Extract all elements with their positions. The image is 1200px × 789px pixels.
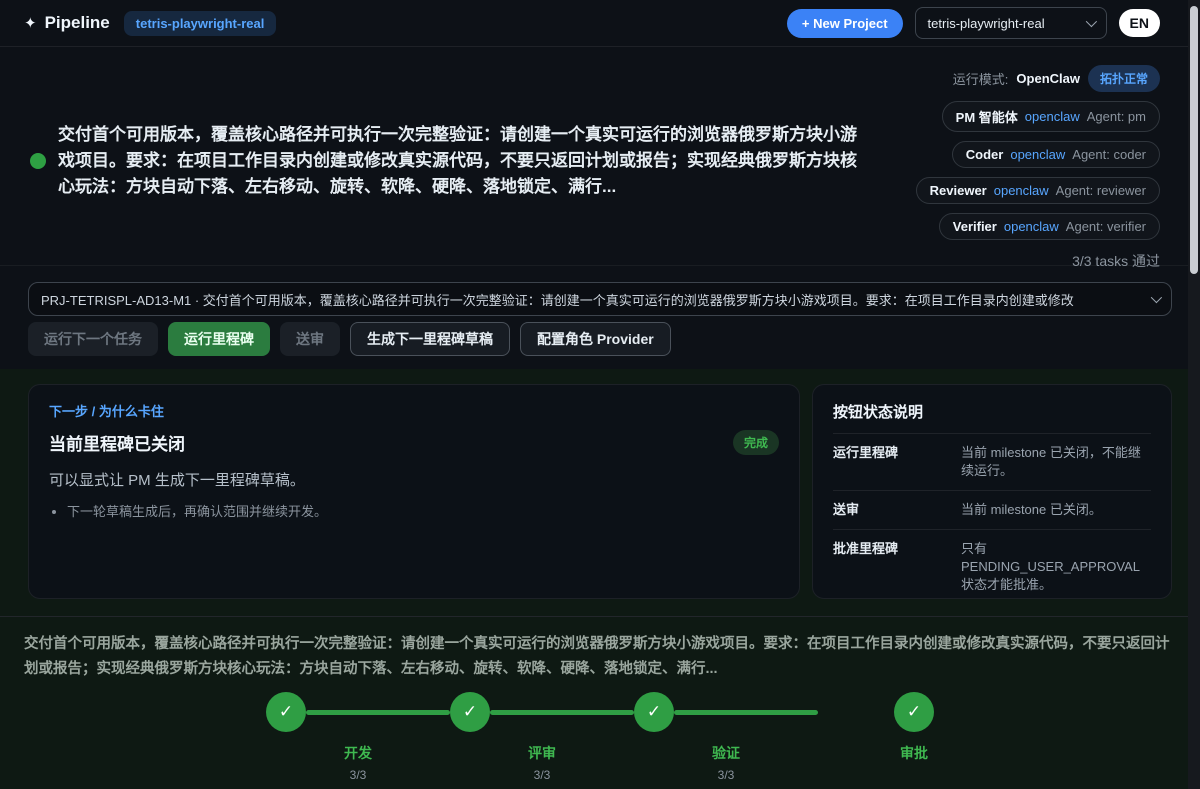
agent-pill-pm: PM 智能体 openclaw Agent: pm xyxy=(942,101,1160,132)
status-panels: 下一步 / 为什么卡住 当前里程碑已关闭 完成 可以显式让 PM 生成下一里程碑… xyxy=(0,369,1200,616)
step-track: ✓ xyxy=(894,692,934,732)
state-description: 当前 milestone 已关闭，不能继续运行。 xyxy=(961,444,1151,480)
step-label: 开发 xyxy=(266,743,450,763)
run-mode-row: 运行模式: OpenClaw 拓扑正常 xyxy=(953,65,1160,92)
action-button-row: 运行下一个任务 运行里程碑 送审 生成下一里程碑草稿 配置角色 Provider xyxy=(28,322,1172,356)
page-scrollbar[interactable] xyxy=(1188,0,1200,789)
state-label: 运行里程碑 xyxy=(833,444,951,480)
run-mode-label: 运行模式: xyxy=(953,69,1009,88)
next-step-eyebrow: 下一步 / 为什么卡住 xyxy=(49,401,779,420)
button-states-title: 按钮状态说明 xyxy=(833,401,1151,434)
agent-id: Agent: pm xyxy=(1087,109,1146,124)
language-toggle-button[interactable]: EN xyxy=(1119,9,1160,37)
state-description: 当前 milestone 已关闭。 xyxy=(961,501,1151,519)
step-label: 审批 xyxy=(894,743,934,763)
step-count: 3/3 xyxy=(266,768,450,782)
scrollbar-thumb[interactable] xyxy=(1190,6,1198,274)
step-track: ✓ xyxy=(634,692,818,732)
top-navbar: ✦ Pipeline tetris-playwright-real + New … xyxy=(0,0,1200,47)
agent-provider-link[interactable]: openclaw xyxy=(1004,219,1059,234)
navbar-actions: + New Project tetris-playwright-real EN xyxy=(787,7,1160,39)
agent-provider-link[interactable]: openclaw xyxy=(994,183,1049,198)
stage-stepper: ✓ 开发 3/3 ✓ 评审 3/3 ✓ 验证 3/3 ✓ xyxy=(24,692,1176,782)
state-label: 批准里程碑 xyxy=(833,540,951,594)
run-mode-value: OpenClaw xyxy=(1016,71,1080,86)
agent-role: Coder xyxy=(966,147,1004,162)
check-circle-icon: ✓ xyxy=(266,692,306,732)
project-select-value: tetris-playwright-real xyxy=(928,16,1045,31)
next-step-title-row: 当前里程碑已关闭 完成 xyxy=(49,430,779,455)
state-row: 运行里程碑 当前 milestone 已关闭，不能继续运行。 xyxy=(833,434,1151,491)
pipeline-logo-icon: ✦ xyxy=(24,14,37,32)
step-count: 3/3 xyxy=(450,768,634,782)
milestone-progress-section: 交付首个可用版本，覆盖核心路径并可执行一次完整验证：请创建一个真实可运行的浏览器… xyxy=(0,617,1200,789)
done-badge: 完成 xyxy=(733,430,779,455)
agent-pill-coder: Coder openclaw Agent: coder xyxy=(952,141,1160,168)
topology-status-badge: 拓扑正常 xyxy=(1088,65,1160,92)
agent-provider-link[interactable]: openclaw xyxy=(1025,109,1080,124)
next-step-bullets: 下一轮草稿生成后，再确认范围并继续开发。 xyxy=(49,502,779,522)
project-header: 交付首个可用版本，覆盖核心路径并可执行一次完整验证：请创建一个真实可运行的浏览器… xyxy=(0,47,1200,265)
step-label: 验证 xyxy=(634,743,818,763)
agent-id: Agent: reviewer xyxy=(1056,183,1146,198)
milestone-select-value: PRJ-TETRISPL-AD13-M1 · 交付首个可用版本，覆盖核心路径并可… xyxy=(41,290,1143,309)
new-project-button[interactable]: + New Project xyxy=(787,9,903,38)
next-step-description: 可以显式让 PM 生成下一里程碑草稿。 xyxy=(49,469,779,490)
task-title: 交付首个可用版本，覆盖核心路径并可执行一次完整验证：请创建一个真实可运行的浏览器… xyxy=(58,122,864,200)
step-connector xyxy=(306,710,450,715)
agent-pill-reviewer: Reviewer openclaw Agent: reviewer xyxy=(916,177,1160,204)
step-review: ✓ 评审 3/3 xyxy=(450,692,634,782)
check-circle-icon: ✓ xyxy=(450,692,490,732)
agent-role: Reviewer xyxy=(930,183,987,198)
submit-review-button[interactable]: 送审 xyxy=(280,322,340,356)
run-next-task-button[interactable]: 运行下一个任务 xyxy=(28,322,158,356)
chevron-down-icon xyxy=(1085,16,1096,27)
chevron-down-icon xyxy=(1151,292,1162,303)
project-select[interactable]: tetris-playwright-real xyxy=(915,7,1107,39)
check-circle-icon: ✓ xyxy=(634,692,674,732)
state-label: 送审 xyxy=(833,501,951,519)
step-label: 评审 xyxy=(450,743,634,763)
run-milestone-button[interactable]: 运行里程碑 xyxy=(168,322,270,356)
step-verify: ✓ 验证 3/3 xyxy=(634,692,818,782)
check-circle-icon: ✓ xyxy=(894,692,934,732)
configure-role-provider-button[interactable]: 配置角色 Provider xyxy=(520,322,671,356)
milestone-select[interactable]: PRJ-TETRISPL-AD13-M1 · 交付首个可用版本，覆盖核心路径并可… xyxy=(28,282,1172,316)
state-row: 送审 当前 milestone 已关闭。 xyxy=(833,491,1151,530)
step-track: ✓ xyxy=(450,692,634,732)
app-title: Pipeline xyxy=(45,13,110,33)
task-summary: 交付首个可用版本，覆盖核心路径并可执行一次完整验证：请创建一个真实可运行的浏览器… xyxy=(30,122,864,200)
step-track: ✓ xyxy=(266,692,450,732)
agent-pill-verifier: Verifier openclaw Agent: verifier xyxy=(939,213,1160,240)
next-step-title: 当前里程碑已关闭 xyxy=(49,430,185,455)
state-description: 只有 PENDING_USER_APPROVAL 状态才能批准。 xyxy=(961,540,1151,594)
step-connector xyxy=(490,710,634,715)
milestone-controls: PRJ-TETRISPL-AD13-M1 · 交付首个可用版本，覆盖核心路径并可… xyxy=(0,265,1200,369)
agent-info-column: 运行模式: OpenClaw 拓扑正常 PM 智能体 openclaw Agen… xyxy=(916,65,1160,271)
agent-id: Agent: coder xyxy=(1072,147,1146,162)
state-row: 批准里程碑 只有 PENDING_USER_APPROVAL 状态才能批准。 xyxy=(833,530,1151,599)
tasks-passed-status: 3/3 tasks 通过 xyxy=(1072,251,1160,271)
app-brand: ✦ Pipeline xyxy=(24,13,110,33)
next-step-bullet-item: 下一轮草稿生成后，再确认范围并继续开发。 xyxy=(67,502,779,522)
agent-role: Verifier xyxy=(953,219,997,234)
step-count: 3/3 xyxy=(634,768,818,782)
next-step-panel: 下一步 / 为什么卡住 当前里程碑已关闭 完成 可以显式让 PM 生成下一里程碑… xyxy=(28,384,800,599)
step-dev: ✓ 开发 3/3 xyxy=(266,692,450,782)
milestone-description: 交付首个可用版本，覆盖核心路径并可执行一次完整验证：请创建一个真实可运行的浏览器… xyxy=(24,632,1176,682)
step-connector xyxy=(674,710,818,715)
step-approve: ✓ 审批 xyxy=(894,692,934,782)
button-states-panel: 按钮状态说明 运行里程碑 当前 milestone 已关闭，不能继续运行。 送审… xyxy=(812,384,1172,599)
agent-id: Agent: verifier xyxy=(1066,219,1146,234)
status-dot-icon xyxy=(30,153,46,169)
agent-role: PM 智能体 xyxy=(956,107,1018,126)
generate-next-milestone-draft-button[interactable]: 生成下一里程碑草稿 xyxy=(350,322,510,356)
agent-provider-link[interactable]: openclaw xyxy=(1010,147,1065,162)
project-name-badge: tetris-playwright-real xyxy=(124,11,277,36)
